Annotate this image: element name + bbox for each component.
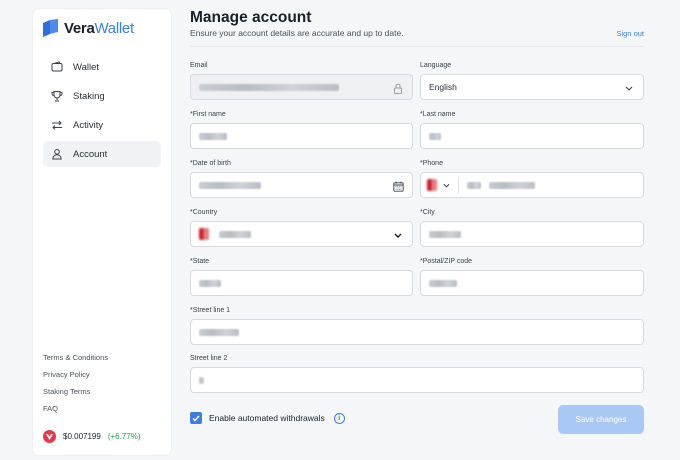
trophy-icon	[51, 90, 63, 102]
state-field[interactable]	[190, 270, 413, 296]
sidebar-item-staking[interactable]: Staking	[43, 83, 161, 109]
dob-field-group: *Date of birth	[190, 159, 413, 198]
street2-field[interactable]	[190, 367, 644, 393]
postal-value-redacted	[429, 279, 457, 287]
staking-terms-link[interactable]: Staking Terms	[43, 383, 108, 400]
city-field-group: *City	[420, 208, 644, 247]
sign-out-link[interactable]: Sign out	[616, 29, 644, 38]
country-value-redacted	[219, 230, 251, 238]
postal-field[interactable]	[420, 270, 644, 296]
token-price-change: (+6.77%)	[107, 432, 141, 441]
street1-value-redacted	[199, 328, 239, 336]
wallet-icon	[51, 61, 63, 73]
sidebar-nav: Wallet Staking Activity Account	[43, 54, 161, 170]
sidebar-item-label: Activity	[73, 119, 104, 131]
sidebar: VeraWallet Wallet Staking Activity Accou…	[33, 9, 171, 455]
lock-icon	[392, 82, 404, 94]
street2-value-redacted	[199, 376, 204, 384]
sidebar-item-label: Staking	[73, 90, 105, 102]
country-field-group: *Country	[190, 208, 413, 247]
privacy-link[interactable]: Privacy Policy	[43, 366, 108, 383]
last-name-value-redacted	[429, 132, 441, 140]
vera-logo-icon	[43, 19, 58, 37]
faq-link[interactable]: FAQ	[43, 400, 108, 417]
state-field-group: *State	[190, 257, 413, 296]
main-content: Manage account Ensure your account detai…	[190, 0, 644, 460]
email-value-redacted	[199, 83, 339, 91]
sidebar-item-wallet[interactable]: Wallet	[43, 54, 161, 80]
country-flag-icon[interactable]	[427, 179, 437, 191]
sidebar-item-account[interactable]: Account	[43, 141, 161, 167]
language-value: English	[429, 82, 457, 92]
info-icon[interactable]: i	[333, 412, 345, 424]
checkmark-icon	[192, 415, 200, 422]
street1-field-group: *Street line 1	[190, 306, 644, 345]
dob-field[interactable]	[190, 172, 413, 198]
language-label: Language	[420, 62, 452, 69]
city-field[interactable]	[420, 221, 644, 247]
dob-value-redacted	[199, 181, 261, 189]
brand-logo[interactable]: VeraWallet	[43, 19, 134, 37]
brand-name: VeraWallet	[64, 19, 134, 37]
street1-label: *Street line 1	[190, 307, 231, 314]
last-name-field[interactable]	[420, 123, 644, 149]
token-logo-icon	[43, 430, 56, 443]
token-price-value: $0.007199	[63, 432, 101, 441]
first-name-label: *First name	[190, 111, 226, 118]
divider	[190, 46, 644, 47]
language-select[interactable]: English	[420, 74, 644, 100]
auto-withdraw-label: Enable automated withdrawals	[209, 413, 325, 423]
page-subtitle: Ensure your account details are accurate…	[190, 28, 404, 38]
arrows-swap-icon	[51, 119, 63, 131]
phone-label: *Phone	[420, 160, 443, 167]
auto-withdraw-row: Enable automated withdrawals i	[190, 412, 345, 424]
chevron-down-icon	[392, 229, 404, 241]
street2-field-group: Street line 2	[190, 354, 644, 393]
phone-divider	[458, 177, 459, 193]
token-price: $0.007199 (+6.77%)	[43, 430, 141, 443]
state-value-redacted	[199, 279, 221, 287]
phone-field-group: *Phone	[420, 159, 644, 198]
sidebar-item-activity[interactable]: Activity	[43, 112, 161, 138]
phone-number-redacted	[489, 181, 535, 189]
language-field-group: Language English	[420, 61, 644, 100]
save-changes-button[interactable]: Save changes	[558, 405, 644, 434]
last-name-field-group: *Last name	[420, 110, 644, 149]
email-field	[190, 74, 413, 100]
first-name-field-group: *First name	[190, 110, 413, 149]
city-value-redacted	[429, 230, 461, 238]
state-label: *State	[190, 258, 210, 265]
email-label: Email	[190, 62, 208, 69]
page-title: Manage account	[190, 9, 312, 26]
sidebar-item-label: Wallet	[73, 61, 100, 73]
street1-field[interactable]	[190, 319, 644, 345]
first-name-value-redacted	[199, 132, 227, 140]
phone-field[interactable]	[420, 172, 644, 198]
calendar-icon[interactable]	[392, 180, 404, 192]
user-icon	[51, 148, 63, 160]
phone-code-redacted	[467, 181, 481, 189]
sidebar-item-label: Account	[73, 148, 108, 160]
dob-label: *Date of birth	[190, 160, 231, 167]
chevron-down-icon	[623, 82, 635, 94]
first-name-field[interactable]	[190, 123, 413, 149]
chevron-down-icon[interactable]	[443, 183, 450, 188]
country-flag-icon	[199, 228, 209, 240]
last-name-label: *Last name	[420, 111, 456, 118]
postal-label: *Postal/ZIP code	[420, 258, 473, 265]
auto-withdraw-checkbox[interactable]	[190, 412, 202, 424]
city-label: *City	[420, 209, 435, 216]
terms-link[interactable]: Terms & Conditions	[43, 349, 108, 366]
country-select[interactable]	[190, 221, 413, 247]
postal-field-group: *Postal/ZIP code	[420, 257, 644, 296]
email-field-group: Email	[190, 61, 413, 100]
country-label: *Country	[190, 209, 218, 216]
street2-label: Street line 2	[190, 355, 228, 362]
footer-links: Terms & Conditions Privacy Policy Stakin…	[43, 349, 108, 417]
